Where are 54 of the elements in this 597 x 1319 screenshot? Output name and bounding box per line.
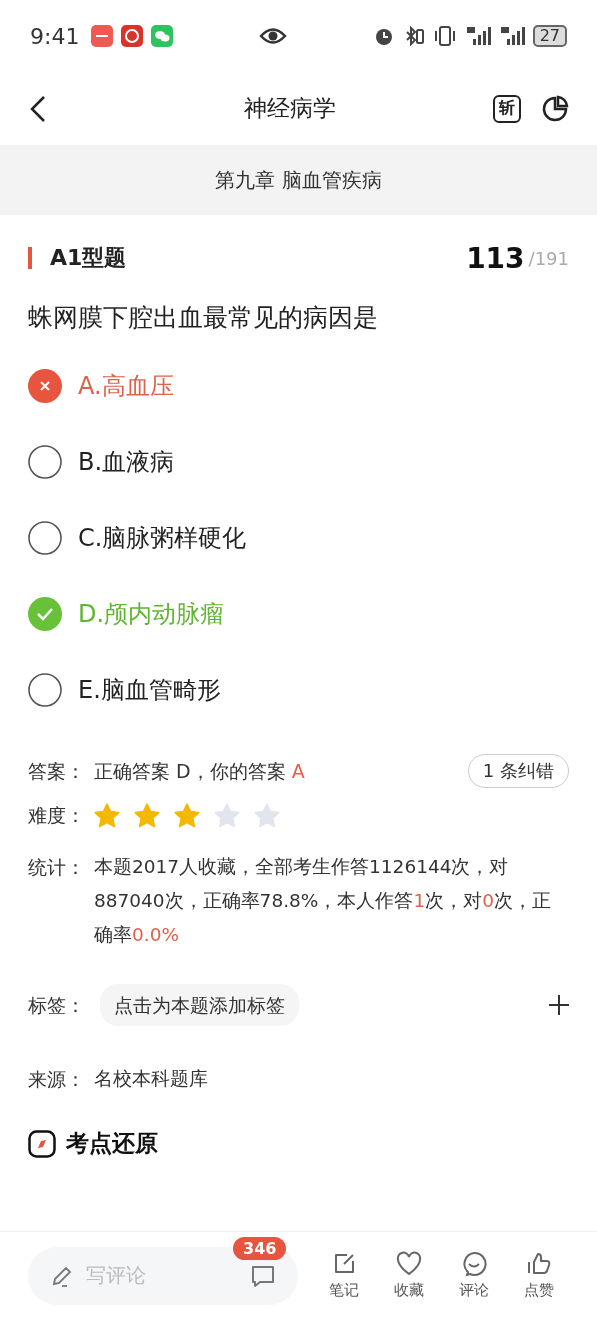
star-icon <box>214 802 240 828</box>
star-icon <box>254 802 280 828</box>
toolbar-button[interactable]: 收藏 <box>394 1251 425 1300</box>
cut-button[interactable]: 斩 <box>493 94 521 123</box>
toolbar-button[interactable]: 点赞 <box>523 1251 554 1300</box>
signal-icon <box>464 25 491 47</box>
stats-label: 统计： <box>28 855 86 880</box>
chat-app-icon <box>151 25 174 47</box>
smile-bubble-icon <box>460 1251 487 1277</box>
page-title: 神经病学 <box>242 94 337 123</box>
heart-icon <box>396 1251 423 1277</box>
battery-level: 27 <box>532 25 567 47</box>
stats-text: 本题2017人收藏，全部考生作答1126144次，对887040次，正确率78.8%，本人作答1次，对0次，正确率0.0% <box>94 855 552 947</box>
radio-button[interactable] <box>28 673 62 707</box>
source-value: 名校本科题库 <box>94 1067 209 1091</box>
comment-count-badge: 346 <box>233 1236 287 1260</box>
answer-label: 答案： <box>28 759 86 784</box>
thumbs-up-icon <box>525 1251 552 1277</box>
option-label[interactable]: E.脑血管畸形 <box>78 674 221 706</box>
question-number: 113 <box>466 241 525 275</box>
compass-icon <box>28 1129 56 1158</box>
eye-icon <box>259 26 288 46</box>
status-time: 9:41 <box>30 23 80 49</box>
plus-icon[interactable] <box>549 995 569 1015</box>
correction-button[interactable]: 1 条纠错 <box>467 754 569 788</box>
star-icon <box>94 802 120 828</box>
source-label: 来源： <box>28 1067 86 1092</box>
question-total: /191 <box>528 247 569 269</box>
radio-button[interactable] <box>28 521 62 555</box>
app-notification-icon <box>91 25 114 47</box>
chapter-title: 第九章 脑血管疾病 <box>215 166 382 194</box>
option-label[interactable]: C.脑脉粥样硬化 <box>78 522 247 554</box>
back-icon[interactable] <box>30 94 46 123</box>
star-icon <box>134 802 160 828</box>
answer-text: 正确答案 D，你的答案 A <box>94 759 305 784</box>
option-label[interactable]: A.高血压 <box>78 370 174 402</box>
tags-label: 标签： <box>28 993 86 1018</box>
vibrate-icon <box>432 25 457 47</box>
pie-chart-icon[interactable] <box>541 94 569 123</box>
radio-button[interactable] <box>28 445 62 479</box>
comment-placeholder: 写评论 <box>86 1262 147 1289</box>
toolbar-button[interactable]: 评论 <box>458 1251 489 1300</box>
wrong-icon[interactable] <box>28 369 62 403</box>
star-icon <box>174 802 200 828</box>
check-icon[interactable] <box>28 597 62 631</box>
section-title: 考点还原 <box>66 1129 158 1158</box>
add-tag-chip[interactable]: 点击为本题添加标签 <box>100 984 299 1026</box>
signal-icon <box>498 25 525 47</box>
question-text: 蛛网膜下腔出血最常见的病因是 <box>28 302 379 334</box>
option-label[interactable]: B.血液病 <box>78 446 175 478</box>
toolbar-button[interactable]: 笔记 <box>329 1251 360 1300</box>
difficulty-label: 难度： <box>28 803 86 828</box>
app-notification-icon <box>121 25 144 47</box>
question-type: A1型题 <box>50 244 128 272</box>
